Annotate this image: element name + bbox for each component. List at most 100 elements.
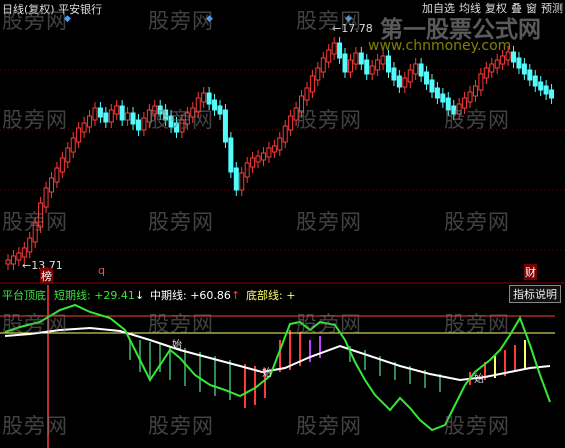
event-marker-q[interactable]: q (98, 264, 105, 277)
candle-body (239, 172, 245, 191)
watermark: 股旁网 (296, 312, 362, 336)
event-marker-cai[interactable]: 财 (524, 264, 537, 280)
candle-body (97, 107, 103, 118)
candle-body (309, 75, 315, 93)
candle-body (549, 89, 555, 99)
candle-body (10, 255, 16, 265)
watermark: 股旁网 (2, 414, 68, 438)
candle-body (304, 87, 310, 101)
candle-body (228, 137, 234, 173)
candle-body (320, 57, 326, 73)
candle-body (434, 87, 440, 99)
candle-body (380, 55, 386, 65)
indicator-name: 平台顶底 (2, 289, 46, 302)
candle-body (483, 67, 489, 79)
watermark: 股旁网 (296, 108, 362, 132)
candle-body (260, 152, 266, 161)
candle-body (494, 59, 500, 69)
candle-body (81, 122, 87, 133)
indicator-help-button[interactable]: 指标说明 (509, 285, 561, 303)
candle-body (429, 79, 435, 93)
candle-body (125, 112, 131, 121)
short-term-label: 短期线: +29.41↓ (54, 289, 145, 302)
watermark: 股旁网 (296, 9, 362, 33)
site-url: www.chnmoney.com (368, 38, 512, 54)
candle-body (472, 85, 478, 97)
watermark: 股旁网 (444, 108, 510, 132)
watermark: 股旁网 (148, 312, 214, 336)
candle-body (315, 67, 321, 81)
candle-body (532, 75, 538, 87)
candle-body (353, 52, 359, 65)
candle-body (87, 115, 93, 128)
candle-body (478, 73, 484, 91)
mid-term-label: 中期线: +60.86↑ (150, 289, 241, 302)
candle-body (418, 63, 424, 77)
candle-body (206, 92, 212, 105)
watermark: 股旁网 (444, 414, 510, 438)
candle-body (59, 157, 65, 173)
candle-body (358, 52, 364, 65)
watermark: 股旁网 (148, 108, 214, 132)
candle-body (326, 49, 332, 63)
watermark: 股旁网 (2, 9, 68, 33)
candle-body (103, 112, 109, 123)
candle-body (114, 105, 120, 115)
candle-body (521, 63, 527, 75)
watermark: 股旁网 (2, 312, 68, 336)
candle-body (16, 252, 22, 261)
candle-body (364, 59, 370, 75)
bottom-line-label: 底部线: + (246, 289, 296, 302)
indicator-tag: 始 (172, 340, 182, 351)
candle-body (217, 105, 223, 115)
watermark: 股旁网 (148, 9, 214, 33)
watermark: 股旁网 (148, 210, 214, 234)
watermark: 股旁网 (2, 210, 68, 234)
forecast-button[interactable]: 预测 (541, 0, 563, 16)
candle-body (342, 53, 348, 73)
candle-body (233, 167, 239, 191)
candle-body (5, 259, 11, 265)
candle-body (271, 145, 277, 153)
candle-body (467, 91, 473, 103)
watermark: 股旁网 (296, 210, 362, 234)
candle-body (402, 77, 408, 88)
candle-body (440, 93, 446, 103)
candle-body (424, 71, 430, 85)
candle-body (375, 59, 381, 71)
watermark: 股旁网 (148, 414, 214, 438)
candle-body (43, 187, 49, 208)
watermark: 股旁网 (296, 414, 362, 438)
candle-body (391, 67, 397, 81)
candle-body (543, 85, 549, 95)
watermark: 股旁网 (444, 312, 510, 336)
candle-body (527, 69, 533, 81)
candle-body (413, 63, 419, 75)
candle-body (108, 109, 114, 123)
candle-body (244, 162, 250, 178)
candle-body (288, 115, 294, 131)
candle-body (119, 105, 125, 121)
candle-body (65, 147, 71, 163)
watermark: 股旁网 (2, 108, 68, 132)
candle-body (135, 119, 141, 131)
candle-body (337, 42, 343, 59)
candle-body (489, 63, 495, 73)
candle-body (76, 127, 82, 143)
candle-body (396, 75, 402, 88)
candle-body (282, 125, 288, 143)
candle-body (331, 42, 337, 55)
candle-body (21, 247, 27, 258)
candle-body (70, 137, 76, 153)
candle-body (266, 147, 272, 158)
candle-body (141, 117, 147, 131)
watermark: 股旁网 (444, 210, 510, 234)
candle-body (250, 157, 256, 168)
candle-body (277, 137, 283, 151)
candle-body (130, 112, 136, 125)
candle-body (92, 107, 98, 121)
candle-body (54, 167, 60, 183)
candle-body (385, 55, 391, 73)
candle-body (516, 57, 522, 69)
event-marker-bang[interactable]: 榜 (40, 268, 53, 284)
